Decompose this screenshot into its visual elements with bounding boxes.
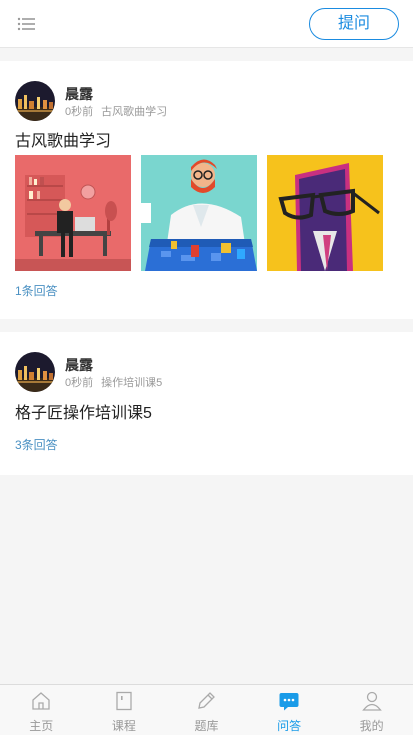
answer-count-link[interactable]: 1条回答 <box>15 282 58 299</box>
tab-home[interactable]: 主页 <box>0 685 83 735</box>
home-icon <box>32 692 50 710</box>
bottom-tab-bar: 主页 课程 题库 问答 我的 <box>0 684 413 735</box>
top-bar: 提问 <box>0 0 413 48</box>
book-icon <box>116 691 132 711</box>
question-title[interactable]: 古风歌曲学习 <box>15 127 111 151</box>
tab-courses[interactable]: 课程 <box>83 685 166 735</box>
tab-label: 课程 <box>111 719 136 733</box>
post-time: 0秒前 <box>65 106 94 118</box>
tab-profile[interactable]: 我的 <box>330 685 413 735</box>
tab-label: 主页 <box>29 719 54 733</box>
list-menu-icon[interactable] <box>17 16 37 32</box>
question-image[interactable] <box>141 155 257 271</box>
tab-label: 我的 <box>359 719 384 733</box>
user-icon <box>361 691 382 711</box>
chat-icon <box>279 693 299 711</box>
question-card[interactable]: 晨露 0秒前 操作培训课5 格子匠操作培训课5 3条回答 <box>0 332 413 475</box>
question-image[interactable] <box>15 155 131 271</box>
question-image[interactable] <box>267 155 383 271</box>
avatar[interactable] <box>15 81 55 121</box>
username: 晨露 <box>65 357 93 373</box>
tab-qa[interactable]: 问答 <box>248 685 331 735</box>
pencil-icon <box>198 692 216 709</box>
tab-question-bank[interactable]: 题库 <box>165 685 248 735</box>
question-card[interactable]: 晨露 0秒前 古风歌曲学习 古风歌曲学习 1条回答 <box>0 61 413 319</box>
question-meta: 0秒前 古风歌曲学习 <box>65 103 167 119</box>
course-tag: 操作培训课5 <box>101 377 163 389</box>
course-tag: 古风歌曲学习 <box>101 106 168 118</box>
tab-label: 题库 <box>194 719 219 733</box>
ask-question-button[interactable]: 提问 <box>309 8 399 40</box>
tab-label: 问答 <box>277 719 302 733</box>
question-title[interactable]: 格子匠操作培训课5 <box>15 399 152 423</box>
answer-count-link[interactable]: 3条回答 <box>15 436 58 453</box>
username: 晨露 <box>65 86 93 102</box>
post-time: 0秒前 <box>65 377 94 389</box>
question-meta: 0秒前 操作培训课5 <box>65 374 162 390</box>
avatar[interactable] <box>15 352 55 392</box>
